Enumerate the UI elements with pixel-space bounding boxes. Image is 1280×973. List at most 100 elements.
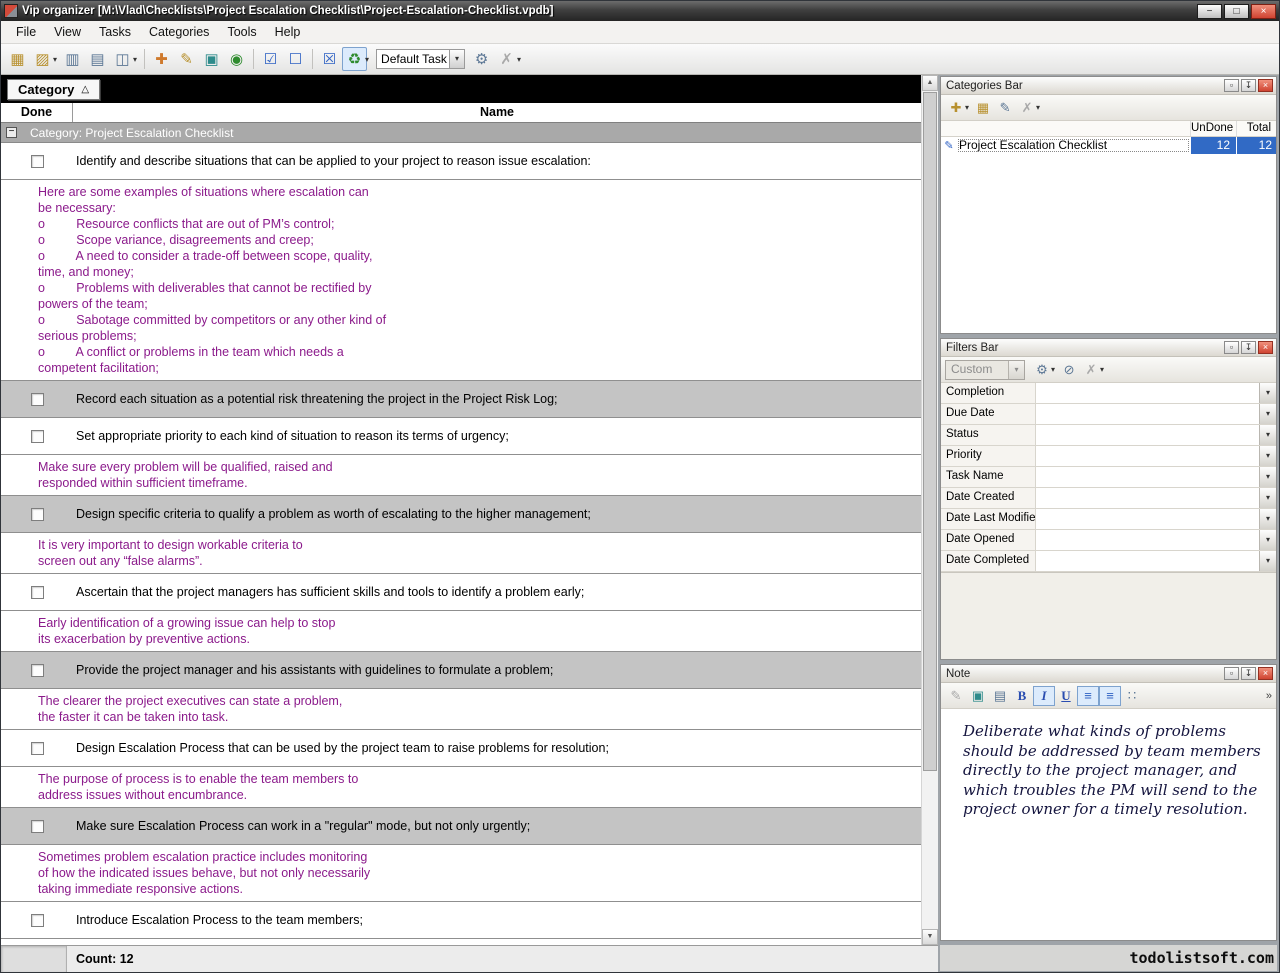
clear-filter-button[interactable]: ⊘ [1058,360,1080,380]
default-task-combo[interactable]: Default Task ▾ [376,49,465,69]
menu-categories[interactable]: Categories [140,22,218,42]
filters-overflow-icon[interactable]: ▾ [1100,365,1104,374]
underline-button[interactable]: U [1055,686,1077,706]
recurrence-dropdown-icon[interactable]: ▾ [365,55,369,64]
panel-restore-icon[interactable]: ▫ [1224,667,1239,680]
categories-overflow-icon[interactable]: ▾ [1036,103,1040,112]
panel-close-icon[interactable]: × [1258,341,1273,354]
task-row[interactable]: Identify and describe situations that ca… [1,143,921,180]
filter-dropdown-icon[interactable]: ▾ [1259,509,1276,529]
new-database-button[interactable]: ▦ [5,47,30,71]
filter-value[interactable] [1036,509,1259,529]
spellcheck-button[interactable]: ✎ [945,686,967,706]
mark-incomplete-button[interactable]: ☐ [283,47,308,71]
show-completed-button[interactable]: ☒ [317,47,342,71]
task-row[interactable]: Make sure Escalation Process can work in… [1,808,921,845]
assign-task-button[interactable]: ⚙ [469,47,494,71]
new-subcategory-button[interactable]: ▦ [972,98,994,118]
delete-task-button[interactable]: ✗ [494,47,519,71]
task-checkbox[interactable] [31,430,44,443]
delete-filter-button[interactable]: ✗ [1080,360,1102,380]
filter-dropdown-icon[interactable]: ▾ [1259,404,1276,424]
mark-complete-button[interactable]: ☑ [258,47,283,71]
filter-dropdown-icon[interactable]: ▾ [1259,488,1276,508]
task-row[interactable]: Design Escalation Process that can be us… [1,730,921,767]
bold-button[interactable]: B [1011,686,1033,706]
vertical-scrollbar[interactable]: ▲ ▼ [921,75,938,945]
collapse-icon[interactable]: − [6,127,17,138]
task-checkbox[interactable] [31,914,44,927]
open-database-dropdown-icon[interactable]: ▾ [53,55,57,64]
maximize-button[interactable]: □ [1224,4,1249,19]
print-preview-dropdown-icon[interactable]: ▾ [133,55,137,64]
scrollbar-thumb[interactable] [923,92,937,771]
category-group-row[interactable]: − Category: Project Escalation Checklist [1,123,921,143]
apply-filter-button[interactable]: ⚙ [1031,360,1053,380]
bullet-list-button[interactable]: ∷ [1121,686,1143,706]
filter-value[interactable] [1036,488,1259,508]
category-list-item[interactable]: ✎ Project Escalation Checklist 12 12 [941,137,1276,154]
scrollbar-track[interactable] [922,772,938,929]
task-checkbox[interactable] [31,586,44,599]
filter-value[interactable] [1036,404,1259,424]
menu-file[interactable]: File [7,22,45,42]
category-item-name[interactable]: Project Escalation Checklist [957,138,1190,153]
categories-header-undone[interactable]: UnDone [1190,121,1236,136]
panel-pin-icon[interactable]: ↧ [1241,341,1256,354]
view-tasks-button[interactable]: ◉ [224,47,249,71]
minimize-button[interactable]: − [1197,4,1222,19]
task-notes-button[interactable]: ▣ [199,47,224,71]
filter-value[interactable] [1036,467,1259,487]
default-task-dropdown-icon[interactable]: ▾ [449,50,464,68]
print-preview-button[interactable]: ◫ [110,47,135,71]
menu-help[interactable]: Help [266,22,310,42]
note-text[interactable]: Deliberate what kinds of problems should… [941,709,1276,940]
close-button[interactable]: × [1251,4,1276,19]
filter-dropdown-icon[interactable]: ▾ [1259,446,1276,466]
task-checkbox[interactable] [31,820,44,833]
task-row[interactable]: Ascertain that the project managers has … [1,574,921,611]
task-checkbox[interactable] [31,508,44,521]
task-row[interactable]: Set appropriate priority to each kind of… [1,418,921,455]
group-by-category-button[interactable]: Category △ [7,79,100,100]
task-checkbox[interactable] [31,393,44,406]
italic-button[interactable]: I [1033,686,1055,706]
panel-close-icon[interactable]: × [1258,667,1273,680]
note-toolbar-overflow-icon[interactable]: » [1266,690,1272,702]
panel-close-icon[interactable]: × [1258,79,1273,92]
panel-restore-icon[interactable]: ▫ [1224,341,1239,354]
save-database-button[interactable]: ▥ [60,47,85,71]
edit-task-button[interactable]: ✎ [174,47,199,71]
align-center-button[interactable]: ≡ [1099,686,1121,706]
edit-category-button[interactable]: ✎ [994,98,1016,118]
align-left-button[interactable]: ≡ [1077,686,1099,706]
filter-value[interactable] [1036,446,1259,466]
new-task-button[interactable]: ✚ [149,47,174,71]
menu-tools[interactable]: Tools [218,22,265,42]
filter-dropdown-icon[interactable]: ▾ [1259,383,1276,403]
column-header-done[interactable]: Done [1,103,73,122]
filter-dropdown-icon[interactable]: ▾ [1259,530,1276,550]
print-button[interactable]: ▤ [85,47,110,71]
menu-view[interactable]: View [45,22,90,42]
filter-dropdown-icon[interactable]: ▾ [1259,467,1276,487]
apply-filter-dropdown-icon[interactable]: ▾ [1051,365,1055,374]
filter-dropdown-icon[interactable]: ▾ [1259,551,1276,571]
task-checkbox[interactable] [31,742,44,755]
column-header-name[interactable]: Name [73,103,921,122]
scroll-down-icon[interactable]: ▼ [922,929,938,945]
filter-dropdown-icon[interactable]: ▾ [1259,425,1276,445]
task-row[interactable]: Design specific criteria to qualify a pr… [1,496,921,533]
task-row[interactable]: Record each situation as a potential ris… [1,381,921,418]
task-checkbox[interactable] [31,664,44,677]
filter-value[interactable] [1036,530,1259,550]
filter-preset-combo[interactable]: Custom ▾ [945,360,1025,380]
delete-category-button[interactable]: ✗ [1016,98,1038,118]
print-note-button[interactable]: ▤ [989,686,1011,706]
task-row[interactable]: Provide the project manager and his assi… [1,652,921,689]
panel-pin-icon[interactable]: ↧ [1241,79,1256,92]
filter-value[interactable] [1036,551,1259,571]
categories-header-total[interactable]: Total [1236,121,1276,136]
toolbar-overflow-icon[interactable]: ▾ [517,55,521,64]
insert-image-button[interactable]: ▣ [967,686,989,706]
